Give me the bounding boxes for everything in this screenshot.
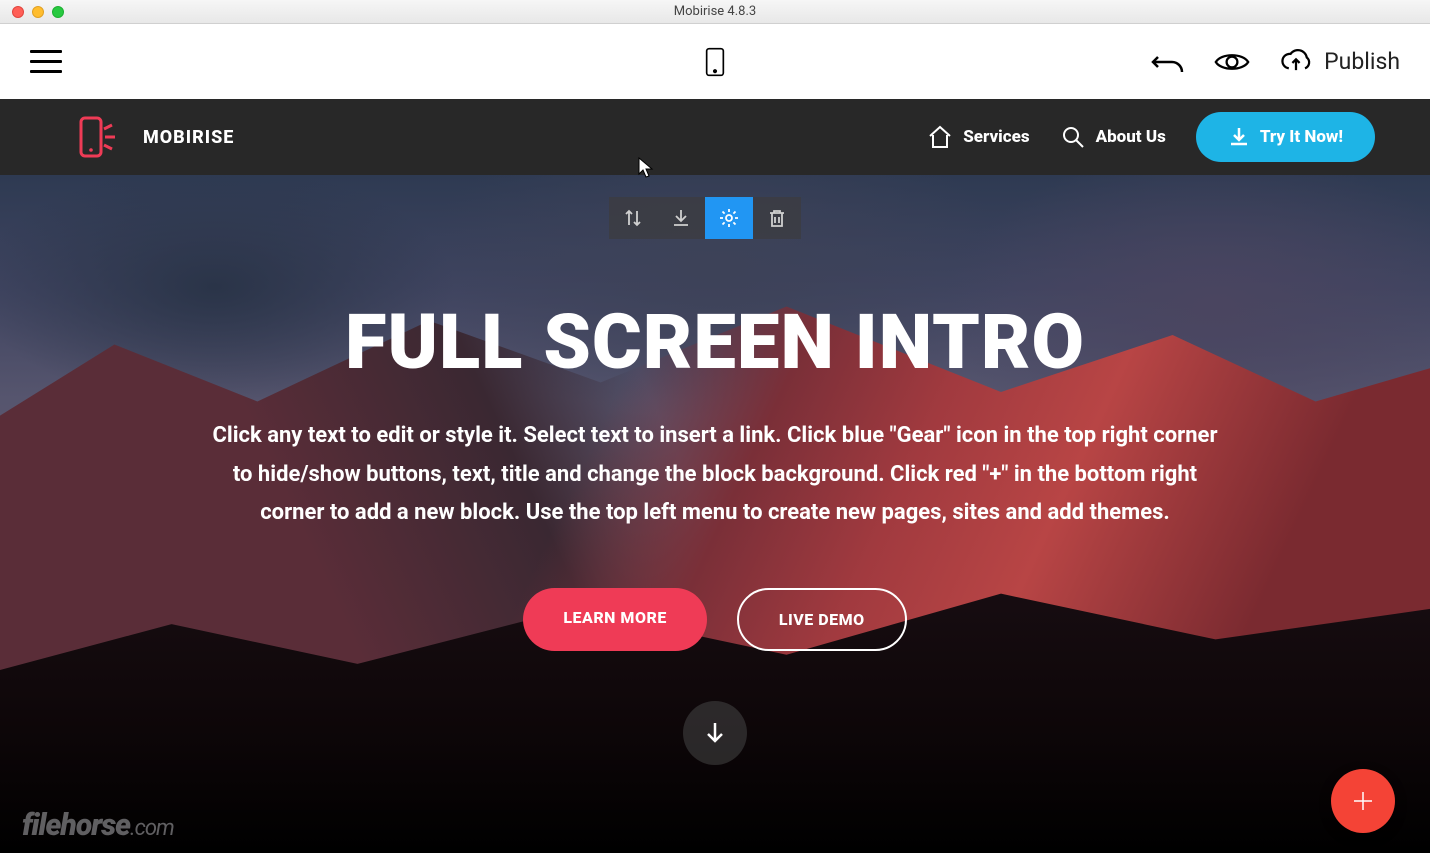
menu-button[interactable] — [30, 50, 62, 73]
nav-item-label: Services — [963, 127, 1029, 147]
traffic-lights — [0, 6, 64, 18]
phone-icon — [697, 47, 733, 77]
add-block-button[interactable] — [1331, 769, 1395, 833]
nav-item-services[interactable]: Services — [927, 124, 1029, 150]
nav-cta-button[interactable]: Try It Now! — [1196, 112, 1375, 162]
brand-text: MOBIRISE — [143, 127, 234, 148]
scroll-down-button[interactable] — [683, 701, 747, 765]
arrow-down-icon — [701, 719, 729, 747]
hero-buttons: LEARN MORE LIVE DEMO — [523, 588, 906, 651]
publish-label: Publish — [1324, 48, 1400, 75]
watermark: filehorse.com — [22, 808, 174, 843]
watermark-main: filehorse — [22, 808, 130, 843]
publish-button[interactable]: Publish — [1278, 47, 1400, 77]
eye-icon — [1214, 47, 1250, 77]
trash-icon — [766, 207, 788, 229]
window-title: Mobirise 4.8.3 — [674, 4, 756, 19]
sort-icon — [622, 207, 644, 229]
hero-description[interactable]: Click any text to edit or style it. Sele… — [210, 417, 1220, 533]
hero-title[interactable]: FULL SCREEN INTRO — [345, 297, 1085, 387]
watermark-suffix: .com — [130, 816, 174, 841]
plus-icon — [1352, 790, 1374, 812]
undo-button[interactable] — [1150, 47, 1186, 77]
block-save-button[interactable] — [657, 197, 705, 239]
close-window-button[interactable] — [12, 6, 24, 18]
live-demo-button[interactable]: LIVE DEMO — [737, 588, 907, 651]
block-delete-button[interactable] — [753, 197, 801, 239]
mac-titlebar: Mobirise 4.8.3 — [0, 0, 1430, 24]
search-icon — [1060, 124, 1086, 150]
maximize-window-button[interactable] — [52, 6, 64, 18]
learn-more-button[interactable]: LEARN MORE — [523, 588, 706, 651]
mobile-preview-button[interactable] — [697, 47, 733, 77]
download-icon — [1228, 126, 1250, 148]
cloud-upload-icon — [1278, 47, 1314, 77]
site-navbar: MOBIRISE Services About Us Try It Now! — [0, 99, 1430, 175]
app-toolbar: Publish — [0, 24, 1430, 99]
block-settings-button[interactable] — [705, 197, 753, 239]
gear-icon — [718, 207, 740, 229]
minimize-window-button[interactable] — [32, 6, 44, 18]
hero-block: FULL SCREEN INTRO Click any text to edit… — [0, 175, 1430, 853]
undo-icon — [1150, 47, 1186, 77]
home-icon — [927, 124, 953, 150]
nav-item-about[interactable]: About Us — [1060, 124, 1166, 150]
download-icon — [670, 207, 692, 229]
preview-button[interactable] — [1214, 47, 1250, 77]
brand-logo-icon — [75, 112, 125, 162]
block-move-button[interactable] — [609, 197, 657, 239]
nav-cta-label: Try It Now! — [1260, 127, 1343, 147]
brand[interactable]: MOBIRISE — [75, 112, 234, 162]
block-toolbar — [609, 197, 801, 239]
nav-item-label: About Us — [1096, 127, 1166, 147]
